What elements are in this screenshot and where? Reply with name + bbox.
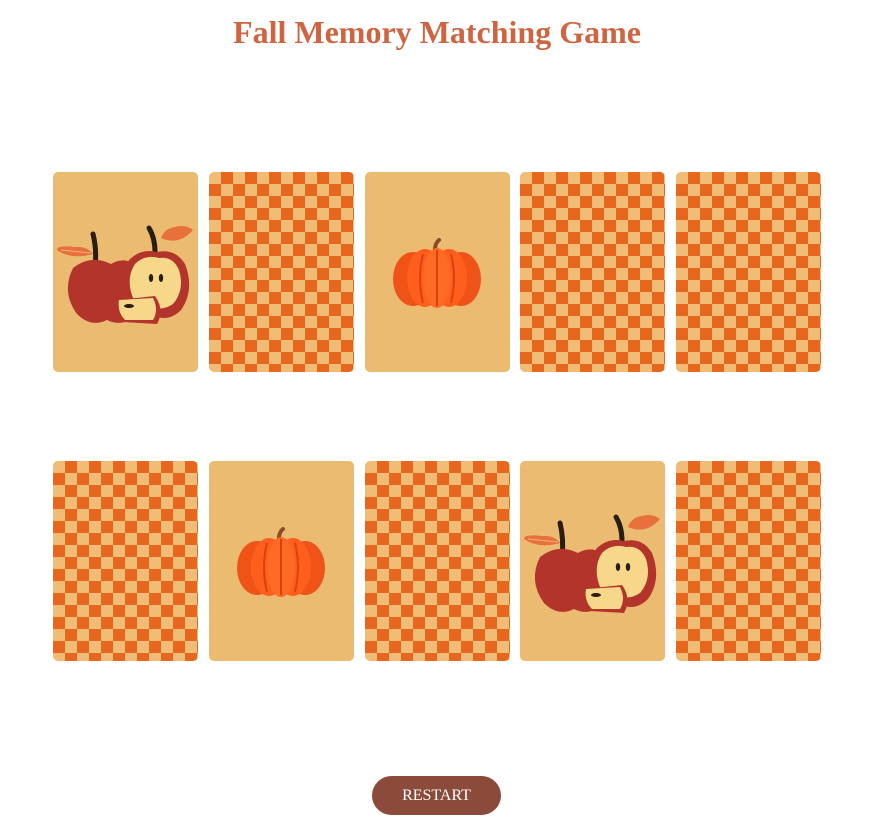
card-4[interactable]: [520, 172, 665, 372]
card-9[interactable]: [520, 461, 665, 661]
card-7[interactable]: [209, 461, 354, 661]
card-2[interactable]: [209, 172, 354, 372]
card-8[interactable]: [365, 461, 510, 661]
card-1[interactable]: [53, 172, 198, 372]
card-3[interactable]: [365, 172, 510, 372]
card-5[interactable]: [676, 172, 821, 372]
card-10[interactable]: [676, 461, 821, 661]
card-6[interactable]: [53, 461, 198, 661]
page-title: Fall Memory Matching Game: [233, 14, 641, 50]
restart-button[interactable]: RESTART: [372, 776, 501, 815]
